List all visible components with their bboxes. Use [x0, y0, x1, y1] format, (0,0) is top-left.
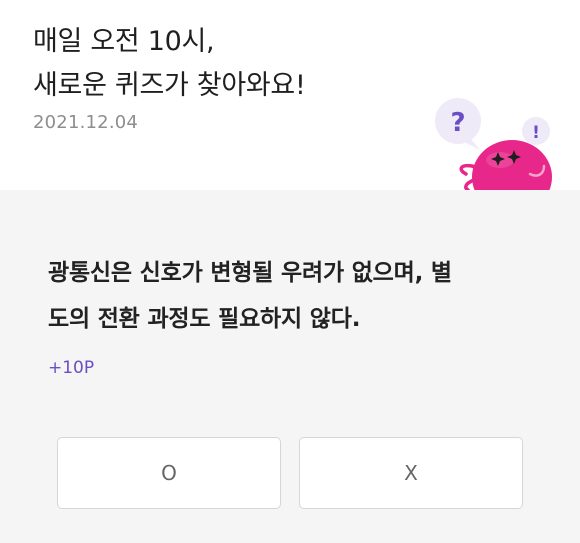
- headline: 매일 오전 10시, 새로운 퀴즈가 찾아와요!: [33, 20, 306, 108]
- answer-x-button[interactable]: X: [299, 437, 523, 509]
- quiz-date: 2021.12.04: [33, 112, 139, 133]
- bubble-question-mark: ?: [450, 108, 465, 138]
- points-reward: +10P: [48, 358, 95, 378]
- answer-x-label: X: [404, 461, 418, 485]
- headline-line-1: 매일 오전 10시,: [33, 26, 215, 57]
- exclaim-bubble-icon: !: [522, 117, 550, 145]
- bubble-exclaim-mark: !: [532, 123, 540, 143]
- quiz-card: 광통신은 신호가 변형될 우려가 없으며, 별 도의 전환 과정도 필요하지 않…: [0, 190, 580, 543]
- answer-o-button[interactable]: O: [57, 437, 281, 509]
- quiz-mascot-icon: ? !: [435, 98, 552, 190]
- headline-line-2: 새로운 퀴즈가 찾아와요!: [33, 70, 306, 101]
- quiz-question: 광통신은 신호가 변형될 우려가 없으며, 별 도의 전환 과정도 필요하지 않…: [48, 250, 548, 342]
- question-bubble-icon: ?: [435, 98, 481, 150]
- answer-o-label: O: [161, 461, 177, 485]
- quiz-question-line-1: 광통신은 신호가 변형될 우려가 없으며, 별: [48, 260, 452, 286]
- quiz-header: 매일 오전 10시, 새로운 퀴즈가 찾아와요! 2021.12.04 ? !: [0, 0, 580, 190]
- mascot-body-icon: [459, 140, 552, 190]
- quiz-question-line-2: 도의 전환 과정도 필요하지 않다.: [48, 306, 361, 332]
